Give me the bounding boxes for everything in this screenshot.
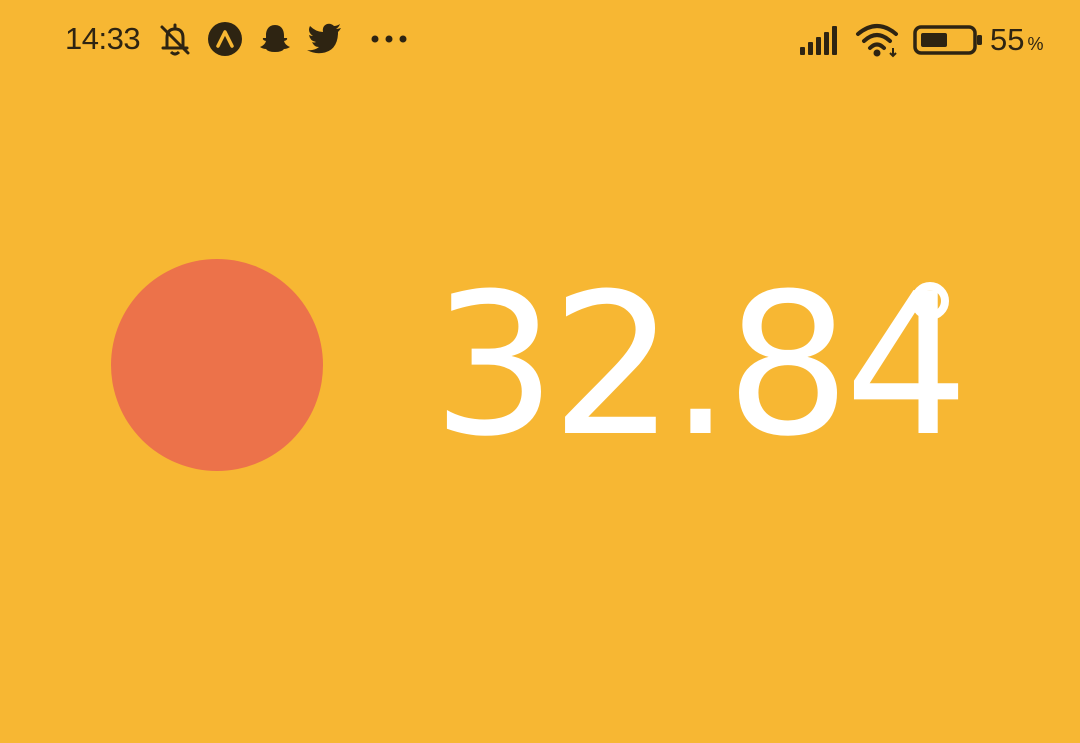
twitter-bird-icon [307,22,343,56]
temperature-reading: 32.84 [432,252,969,480]
battery-percent: 55% [990,22,1044,62]
battery-value: 55 [990,22,1025,57]
status-time: 14:33 [65,21,141,56]
status-bar: 14:33 55 % [0,0,1080,80]
signal-bars-icon [799,24,841,56]
degree-symbol [911,282,949,320]
app-circle-icon [207,21,243,57]
bell-off-icon [157,22,193,58]
more-dots-icon [370,34,410,44]
battery-unit: % [1027,34,1044,54]
snapchat-ghost-icon [257,21,293,57]
temperature-indicator-dot [111,259,323,471]
wifi-icon [855,22,901,58]
battery-icon [913,25,985,55]
